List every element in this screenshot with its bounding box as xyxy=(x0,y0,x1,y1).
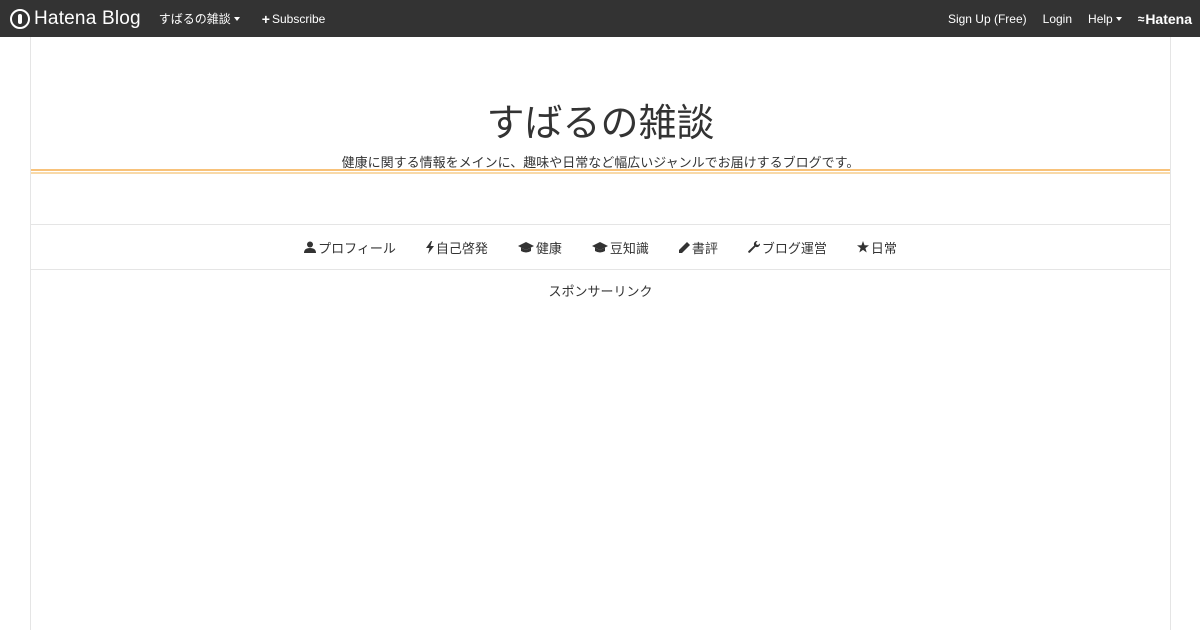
subscribe-button[interactable]: + Subscribe xyxy=(262,11,326,27)
hatena-blog-logo-icon xyxy=(10,8,30,29)
help-label: Help xyxy=(1088,11,1113,26)
graduation-cap-icon xyxy=(517,241,534,252)
help-dropdown[interactable]: Help xyxy=(1088,12,1122,26)
blog-container: すばるの雑談 健康に関する情報をメインに、趣味や日常など幅広いジャンルでお届けす… xyxy=(30,37,1171,630)
hatena-mark-icon: ≈ xyxy=(1137,11,1144,26)
nav-item-label: プロフィール xyxy=(318,241,396,257)
header-divider-secondary xyxy=(31,172,1170,174)
nav-item-label: ブログ運営 xyxy=(761,241,827,257)
nav-item-label: 豆知識 xyxy=(609,241,649,257)
nav-item-health[interactable]: 健康 xyxy=(517,238,562,257)
logo-text: Hatena Blog xyxy=(34,7,141,29)
nav-item-label: 健康 xyxy=(535,241,562,257)
signup-link[interactable]: Sign Up (Free) xyxy=(948,12,1027,26)
nav-item-label: 書評 xyxy=(691,241,718,257)
wrench-icon xyxy=(748,241,760,253)
nav-item-profile[interactable]: プロフィール xyxy=(304,238,396,257)
nav-item-label: 自己啓発 xyxy=(435,241,488,257)
nav-item-daily-life[interactable]: 日常 xyxy=(856,238,897,257)
hatena-toolbar: Hatena Blog すばるの雑談 + Subscribe Sign Up (… xyxy=(0,0,1200,37)
global-nav: プロフィール 自己啓発 健康 豆知識 書評 ブログ運営 日常 xyxy=(31,224,1170,270)
hatena-brand-label: Hatena xyxy=(1145,10,1192,27)
graduation-cap-icon xyxy=(591,241,608,252)
nav-item-trivia[interactable]: 豆知識 xyxy=(591,238,649,257)
nav-item-self-development[interactable]: 自己啓発 xyxy=(425,238,488,257)
login-link[interactable]: Login xyxy=(1043,12,1072,26)
sponsored-link-label: スポンサーリンク xyxy=(548,285,653,300)
plus-icon: + xyxy=(261,10,270,27)
blog-menu-label: すばるの雑談 xyxy=(158,12,231,26)
hatena-blog-logo[interactable]: Hatena Blog xyxy=(0,8,141,30)
star-icon xyxy=(856,241,869,253)
header-divider xyxy=(31,169,1170,171)
nav-item-book-review[interactable]: 書評 xyxy=(678,238,718,257)
nav-item-blog-management[interactable]: ブログ運営 xyxy=(748,238,827,257)
caret-down-icon xyxy=(1115,16,1122,21)
nav-item-label: 日常 xyxy=(870,241,897,257)
hatena-brand-link[interactable]: ≈ Hatena xyxy=(1138,11,1192,27)
pencil-icon xyxy=(678,241,690,253)
blog-title[interactable]: すばるの雑談 xyxy=(31,92,1170,147)
bolt-icon xyxy=(425,240,434,254)
subscribe-label: Subscribe xyxy=(271,11,326,26)
user-icon xyxy=(304,241,317,253)
blog-menu-dropdown[interactable]: すばるの雑談 xyxy=(159,10,240,27)
caret-down-icon xyxy=(233,16,240,21)
